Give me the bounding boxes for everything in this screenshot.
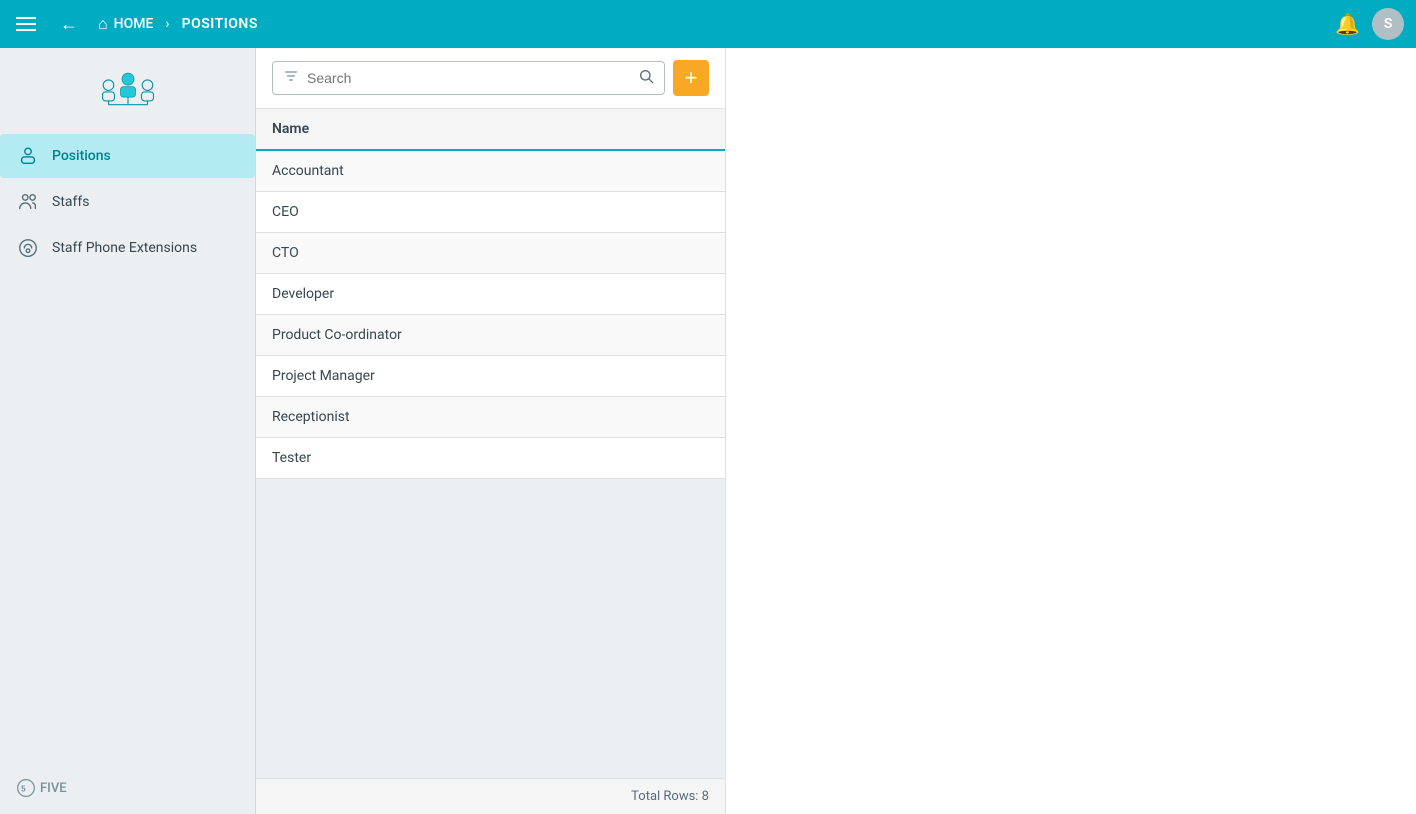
cell-name: Tester [256,438,725,479]
table-row[interactable]: Receptionist [256,397,725,438]
table-row[interactable]: Project Manager [256,356,725,397]
avatar[interactable]: S [1372,8,1404,40]
home-icon: ⌂ [98,14,108,34]
menu-icon[interactable] [12,13,40,35]
home-label: HOME [114,16,154,32]
column-header-name: Name [256,109,725,150]
topbar-right: 🔔 S [1335,8,1404,40]
staffs-icon [16,190,40,214]
sidebar-item-staff-phone-extensions[interactable]: Staff Phone Extensions [0,226,255,270]
sidebar-logo [0,56,255,134]
table-row[interactable]: Tester [256,438,725,479]
cell-name: Developer [256,274,725,315]
data-panel: + Name AccountantCEOCTODeveloperProduct … [256,48,726,814]
sidebar-navigation: Positions Staffs [0,134,255,270]
main-content-area: + Name AccountantCEOCTODeveloperProduct … [256,48,1416,814]
cell-name: Product Co-ordinator [256,315,725,356]
filter-icon [283,68,299,88]
table-footer: Total Rows: 8 [256,778,725,814]
cell-name: Project Manager [256,356,725,397]
sidebar-item-label: Positions [52,148,111,164]
cell-name: CTO [256,233,725,274]
five-logo-text: FIVE [40,781,67,796]
phone-extensions-icon [16,236,40,260]
notifications-icon[interactable]: 🔔 [1335,12,1360,36]
topbar: ← ⌂ HOME › POSITIONS 🔔 S [0,0,1416,48]
home-link[interactable]: ⌂ HOME [98,14,153,34]
sidebar: Positions Staffs [0,48,256,814]
sidebar-item-label: Staffs [52,194,89,210]
sidebar-logo-icon [98,68,158,118]
five-logo: 5 FIVE [16,778,67,798]
table-container: Name AccountantCEOCTODeveloperProduct Co… [256,109,725,778]
cell-name: Accountant [256,150,725,192]
search-input[interactable] [307,70,630,86]
right-panel [726,48,1416,814]
total-rows-label: Total Rows: 8 [631,789,709,804]
page-title: POSITIONS [182,16,258,32]
search-icon [638,68,654,88]
sidebar-item-staffs[interactable]: Staffs [0,180,255,224]
sidebar-item-label: Staff Phone Extensions [52,240,197,256]
five-logo-icon: 5 [16,778,36,798]
table-row[interactable]: CEO [256,192,725,233]
table-row[interactable]: CTO [256,233,725,274]
layout: Positions Staffs [0,48,1416,814]
cell-name: Receptionist [256,397,725,438]
positions-icon [16,144,40,168]
cell-name: CEO [256,192,725,233]
table-row[interactable]: Product Co-ordinator [256,315,725,356]
sidebar-footer: 5 FIVE [0,762,255,814]
back-button[interactable]: ← [52,10,86,39]
sidebar-item-positions[interactable]: Positions [0,134,255,178]
table-row[interactable]: Developer [256,274,725,315]
search-box [272,61,665,95]
table-row[interactable]: Accountant [256,150,725,192]
breadcrumb-chevron: › [165,16,169,32]
add-button[interactable]: + [673,60,709,96]
positions-table: Name AccountantCEOCTODeveloperProduct Co… [256,109,725,479]
search-toolbar: + [256,48,725,109]
svg-text:5: 5 [21,783,26,793]
